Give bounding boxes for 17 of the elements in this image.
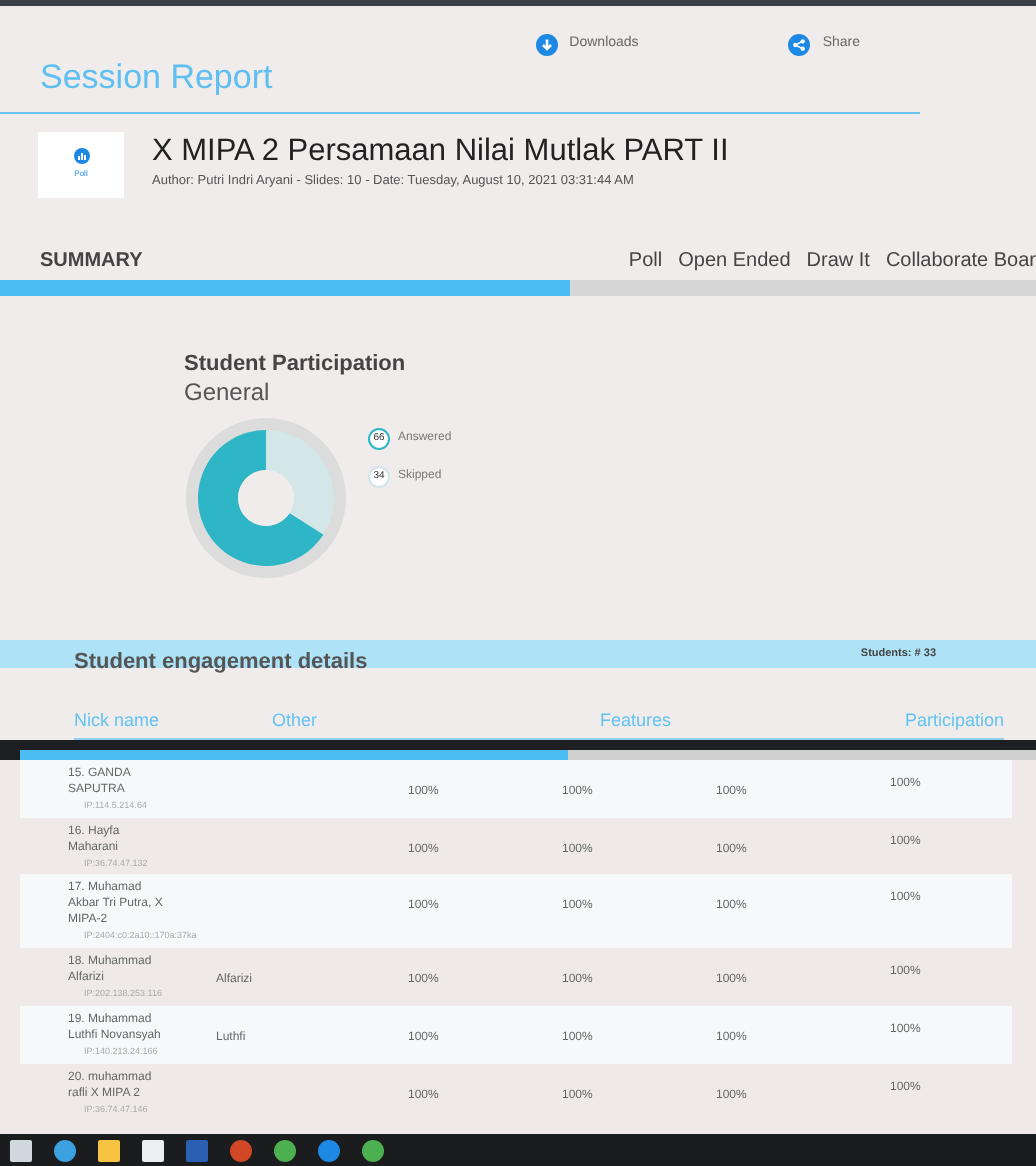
- content-tab[interactable]: Collaborate Boar: [885, 245, 1036, 275]
- summary-heading: SUMMARY: [40, 247, 143, 275]
- column-header: Other: [272, 708, 320, 735]
- content-tab[interactable]: Draw It: [806, 245, 870, 275]
- content-tab[interactable]: Poll: [628, 245, 663, 275]
- participation-subtitle: General: [184, 378, 272, 409]
- column-header: Features: [600, 708, 674, 735]
- report-title: Session Report: [40, 56, 273, 100]
- chart-icon: [73, 148, 89, 164]
- engagement-title: Student engagement details: [74, 652, 368, 675]
- column-header: Nick name: [74, 708, 162, 735]
- column-header: Participation: [904, 708, 1004, 735]
- content-tab[interactable]: Open Ended: [678, 245, 791, 275]
- share-icon: [788, 34, 811, 56]
- participation-title: Student Participation: [184, 351, 408, 379]
- session-title: X MIPA 2 Persamaan Nilai Mutlak PART II: [152, 135, 729, 167]
- download-icon: [535, 34, 558, 56]
